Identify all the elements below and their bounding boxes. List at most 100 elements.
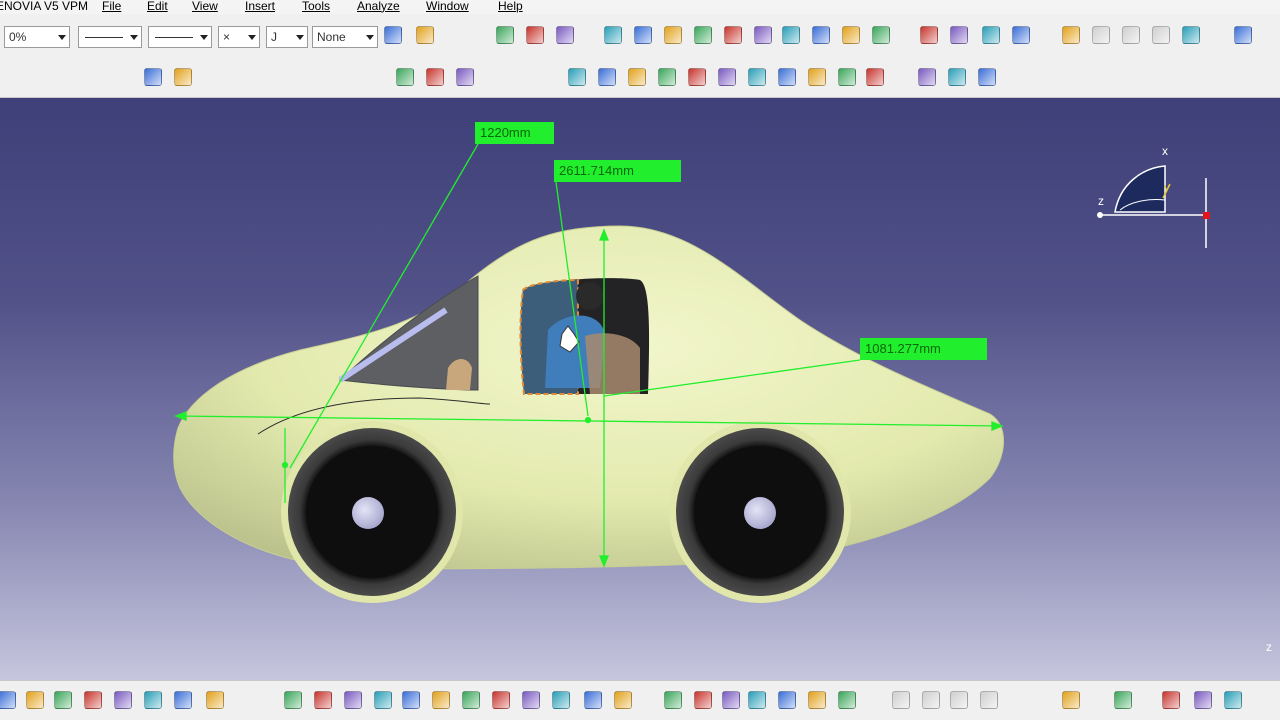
multi-icon[interactable] — [864, 66, 886, 88]
view-1-icon[interactable] — [916, 66, 938, 88]
layer-short-select[interactable]: J — [266, 26, 308, 48]
tree-expand-icon[interactable] — [776, 689, 798, 711]
redo-icon[interactable] — [172, 689, 194, 711]
camera-icon[interactable] — [1112, 689, 1134, 711]
undo-icon[interactable] — [142, 689, 164, 711]
link-icon[interactable] — [602, 24, 624, 46]
point-style-select[interactable]: × — [218, 26, 260, 48]
exit-icon[interactable] — [1232, 24, 1254, 46]
light-icon[interactable] — [720, 689, 742, 711]
paint-icon[interactable] — [414, 24, 436, 46]
comment-icon[interactable] — [692, 689, 714, 711]
fit-all-icon[interactable] — [312, 689, 334, 711]
scene-2-icon[interactable] — [424, 66, 446, 88]
gray-6-icon[interactable] — [948, 689, 970, 711]
plane-icon[interactable] — [692, 24, 714, 46]
rotate-icon[interactable] — [372, 689, 394, 711]
print-icon[interactable] — [24, 689, 46, 711]
refresh-icon[interactable] — [1060, 689, 1082, 711]
whats-this-icon[interactable] — [204, 689, 226, 711]
3d-viewport[interactable]: 1220mm 2611.714mm 1081.277mm x y z z — [0, 98, 1280, 680]
hide-show-icon[interactable] — [582, 689, 604, 711]
constraint-icon[interactable] — [810, 24, 832, 46]
menu-view[interactable]: View — [192, 0, 218, 13]
distance-icon[interactable] — [980, 24, 1002, 46]
gray-1-icon[interactable] — [1090, 24, 1112, 46]
zoom-in-icon[interactable] — [400, 689, 422, 711]
measure-icon[interactable] — [836, 689, 858, 711]
text-icon[interactable] — [776, 66, 798, 88]
move-4-icon[interactable] — [746, 66, 768, 88]
assembly-icon[interactable] — [494, 24, 516, 46]
view-3-icon[interactable] — [976, 66, 998, 88]
transparency-select[interactable]: 0% — [4, 26, 70, 48]
gray-5-icon[interactable] — [920, 689, 942, 711]
gray-3-icon[interactable] — [1150, 24, 1172, 46]
walk-icon[interactable] — [172, 66, 194, 88]
shading-icon[interactable] — [550, 689, 572, 711]
fly-mode-icon[interactable] — [282, 689, 304, 711]
menu-analyze[interactable]: Analyze — [357, 0, 400, 13]
analysis-icon[interactable] — [806, 689, 828, 711]
move-1-icon[interactable] — [656, 66, 678, 88]
tools-icon[interactable] — [722, 24, 744, 46]
wheelbase-measurement[interactable]: 2611.714mm — [554, 160, 681, 182]
part-icon[interactable] — [632, 24, 654, 46]
iso-view-icon[interactable] — [490, 689, 512, 711]
scene-1-icon[interactable] — [394, 66, 416, 88]
gear-2-icon[interactable] — [596, 66, 618, 88]
line-type-select[interactable] — [78, 26, 142, 48]
section-icon[interactable] — [948, 24, 970, 46]
car-model-scene[interactable] — [0, 98, 1280, 680]
replace-icon[interactable] — [836, 66, 858, 88]
catalog-icon[interactable] — [780, 24, 802, 46]
menu-help[interactable]: Help — [498, 0, 523, 13]
move-3-icon[interactable] — [716, 66, 738, 88]
menu-edit[interactable]: Edit — [147, 0, 168, 13]
views-icon[interactable] — [520, 689, 542, 711]
view-2-icon[interactable] — [946, 66, 968, 88]
tree-icon[interactable] — [454, 66, 476, 88]
move-2-icon[interactable] — [686, 66, 708, 88]
gear-1-icon[interactable] — [566, 66, 588, 88]
spec-icon[interactable] — [1060, 24, 1082, 46]
line-thickness-select[interactable] — [148, 26, 212, 48]
compass-icon[interactable] — [1010, 24, 1032, 46]
product-icon[interactable] — [662, 24, 684, 46]
swap-icon[interactable] — [612, 689, 634, 711]
table-icon[interactable] — [746, 689, 768, 711]
clash-icon[interactable] — [918, 24, 940, 46]
copy-icon[interactable] — [82, 689, 104, 711]
bottle-icon[interactable] — [1222, 689, 1244, 711]
formula-icon[interactable] — [662, 689, 684, 711]
gray-2-icon[interactable] — [1120, 24, 1142, 46]
assembly-2-icon[interactable] — [524, 24, 546, 46]
assembly-3-icon[interactable] — [554, 24, 576, 46]
menu-file[interactable]: File — [102, 0, 121, 13]
pencil-icon[interactable] — [752, 24, 774, 46]
cut-icon[interactable] — [52, 689, 74, 711]
update-icon[interactable] — [840, 24, 862, 46]
flag-icon[interactable] — [806, 66, 828, 88]
save-icon[interactable] — [0, 689, 18, 711]
menu-tools[interactable]: Tools — [302, 0, 330, 13]
screen-icon[interactable] — [1160, 689, 1182, 711]
brush-icon[interactable] — [382, 24, 404, 46]
save-mgmt-icon[interactable] — [1180, 24, 1202, 46]
gear-3-icon[interactable] — [626, 66, 648, 88]
compass-widget[interactable] — [1097, 165, 1210, 248]
height-measurement[interactable]: 1220mm — [475, 122, 554, 144]
menu-insert[interactable]: Insert — [245, 0, 275, 13]
pan-icon[interactable] — [342, 689, 364, 711]
paste-icon[interactable] — [112, 689, 134, 711]
normal-view-icon[interactable] — [460, 689, 482, 711]
fly-icon[interactable] — [142, 66, 164, 88]
capture-icon[interactable] — [1192, 689, 1214, 711]
gray-4-icon[interactable] — [890, 689, 912, 711]
menu-window[interactable]: Window — [426, 0, 469, 13]
layer-select[interactable]: None — [312, 26, 378, 48]
gray-7-icon[interactable] — [978, 689, 1000, 711]
rear-measurement[interactable]: 1081.277mm — [860, 338, 987, 360]
explode-icon[interactable] — [870, 24, 892, 46]
zoom-out-icon[interactable] — [430, 689, 452, 711]
